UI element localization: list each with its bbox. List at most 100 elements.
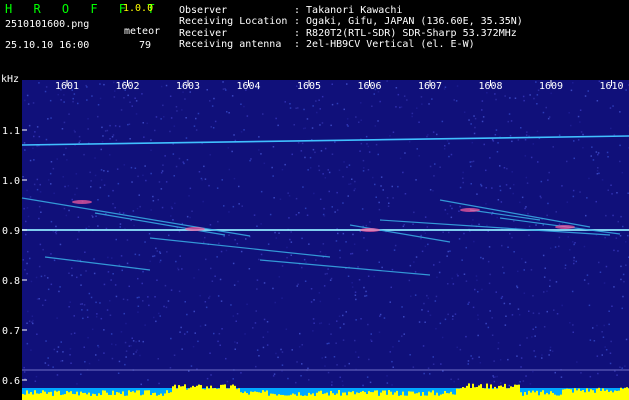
level-bar-segment: [252, 391, 254, 400]
level-bar-segment: [302, 395, 304, 400]
noise-speck: [367, 275, 370, 277]
noise-speck: [607, 189, 609, 191]
noise-speck: [119, 226, 121, 228]
noise-speck: [555, 281, 558, 283]
level-bar-segment: [502, 386, 504, 400]
y-tick-label: 1.0: [2, 176, 20, 187]
noise-speck: [558, 245, 560, 248]
noise-speck: [36, 333, 38, 335]
info-row-antenna: Receiving antenna: 2el-HB9CV Vertical (e…: [179, 38, 475, 50]
level-bar-segment: [86, 394, 88, 400]
noise-speck: [572, 82, 574, 84]
noise-speck: [359, 150, 361, 152]
noise-speck: [162, 104, 164, 107]
noise-speck: [132, 210, 135, 212]
noise-speck: [250, 158, 252, 160]
noise-speck: [611, 305, 613, 307]
noise-speck: [485, 203, 487, 205]
noise-speck: [72, 100, 74, 103]
noise-speck: [420, 234, 422, 237]
x-tick-label: 1604: [236, 81, 260, 92]
level-bar-segment: [254, 391, 256, 400]
noise-speck: [467, 303, 469, 305]
noise-speck: [136, 349, 138, 351]
noise-speck: [76, 238, 79, 240]
noise-speck: [197, 112, 200, 115]
level-bar-segment: [140, 395, 142, 400]
noise-speck: [446, 140, 449, 142]
noise-speck: [299, 332, 301, 335]
noise-speck: [224, 88, 226, 90]
noise-speck: [262, 346, 265, 349]
noise-speck: [143, 136, 145, 138]
noise-speck: [372, 176, 374, 179]
level-bar-segment: [410, 391, 412, 400]
noise-speck: [125, 350, 128, 352]
level-bar-segment: [260, 392, 262, 400]
noise-speck: [448, 155, 450, 158]
noise-speck: [22, 176, 24, 178]
noise-speck: [307, 367, 309, 370]
level-bar-segment: [318, 391, 320, 400]
noise-speck: [295, 214, 298, 216]
level-bar-segment: [478, 385, 480, 400]
noise-speck: [211, 105, 214, 107]
level-bar-segment: [400, 395, 402, 400]
level-bar-segment: [236, 389, 238, 400]
noise-speck: [295, 381, 297, 384]
noise-speck: [415, 179, 417, 181]
noise-speck: [103, 329, 105, 331]
noise-speck: [338, 315, 341, 317]
noise-speck: [477, 291, 479, 293]
noise-speck: [112, 134, 115, 136]
level-bar-segment: [248, 394, 250, 400]
noise-speck: [363, 237, 365, 239]
noise-speck: [186, 331, 189, 333]
noise-speck: [312, 105, 314, 107]
noise-speck: [440, 363, 442, 365]
noise-speck: [240, 103, 242, 105]
level-bar-segment: [466, 385, 468, 400]
noise-speck: [427, 134, 429, 136]
level-bar-segment: [416, 393, 418, 400]
level-bar-segment: [366, 394, 368, 400]
noise-speck: [304, 127, 306, 129]
noise-speck: [38, 205, 41, 208]
noise-speck: [523, 99, 525, 102]
level-bar-segment: [32, 394, 34, 400]
noise-speck: [49, 172, 52, 175]
noise-speck: [78, 135, 81, 138]
level-bar-segment: [418, 392, 420, 400]
noise-speck: [258, 355, 260, 357]
noise-speck: [131, 181, 133, 183]
level-bar-segment: [530, 392, 532, 400]
noise-speck: [163, 305, 165, 308]
level-bar-segment: [322, 393, 324, 400]
level-bar-segment: [598, 387, 600, 400]
level-bar-segment: [308, 392, 310, 400]
noise-speck: [584, 95, 587, 97]
noise-speck: [374, 125, 377, 127]
noise-speck: [210, 267, 212, 270]
level-bar-segment: [452, 394, 454, 400]
noise-speck: [473, 240, 475, 243]
noise-speck: [441, 336, 444, 339]
level-bar-segment: [444, 390, 446, 400]
noise-speck: [238, 203, 240, 205]
noise-speck: [139, 205, 141, 208]
noise-speck: [365, 290, 367, 293]
noise-speck: [465, 335, 467, 338]
level-bar-segment: [538, 395, 540, 400]
noise-speck: [133, 224, 135, 227]
noise-speck: [204, 236, 206, 239]
noise-speck: [159, 261, 161, 263]
noise-speck: [191, 210, 193, 212]
level-bar-segment: [406, 395, 408, 400]
noise-speck: [172, 153, 175, 155]
noise-speck: [281, 168, 284, 171]
noise-speck: [105, 227, 108, 230]
level-bar-segment: [536, 390, 538, 400]
noise-speck: [36, 126, 39, 128]
noise-speck: [50, 117, 52, 119]
noise-speck: [153, 255, 156, 257]
